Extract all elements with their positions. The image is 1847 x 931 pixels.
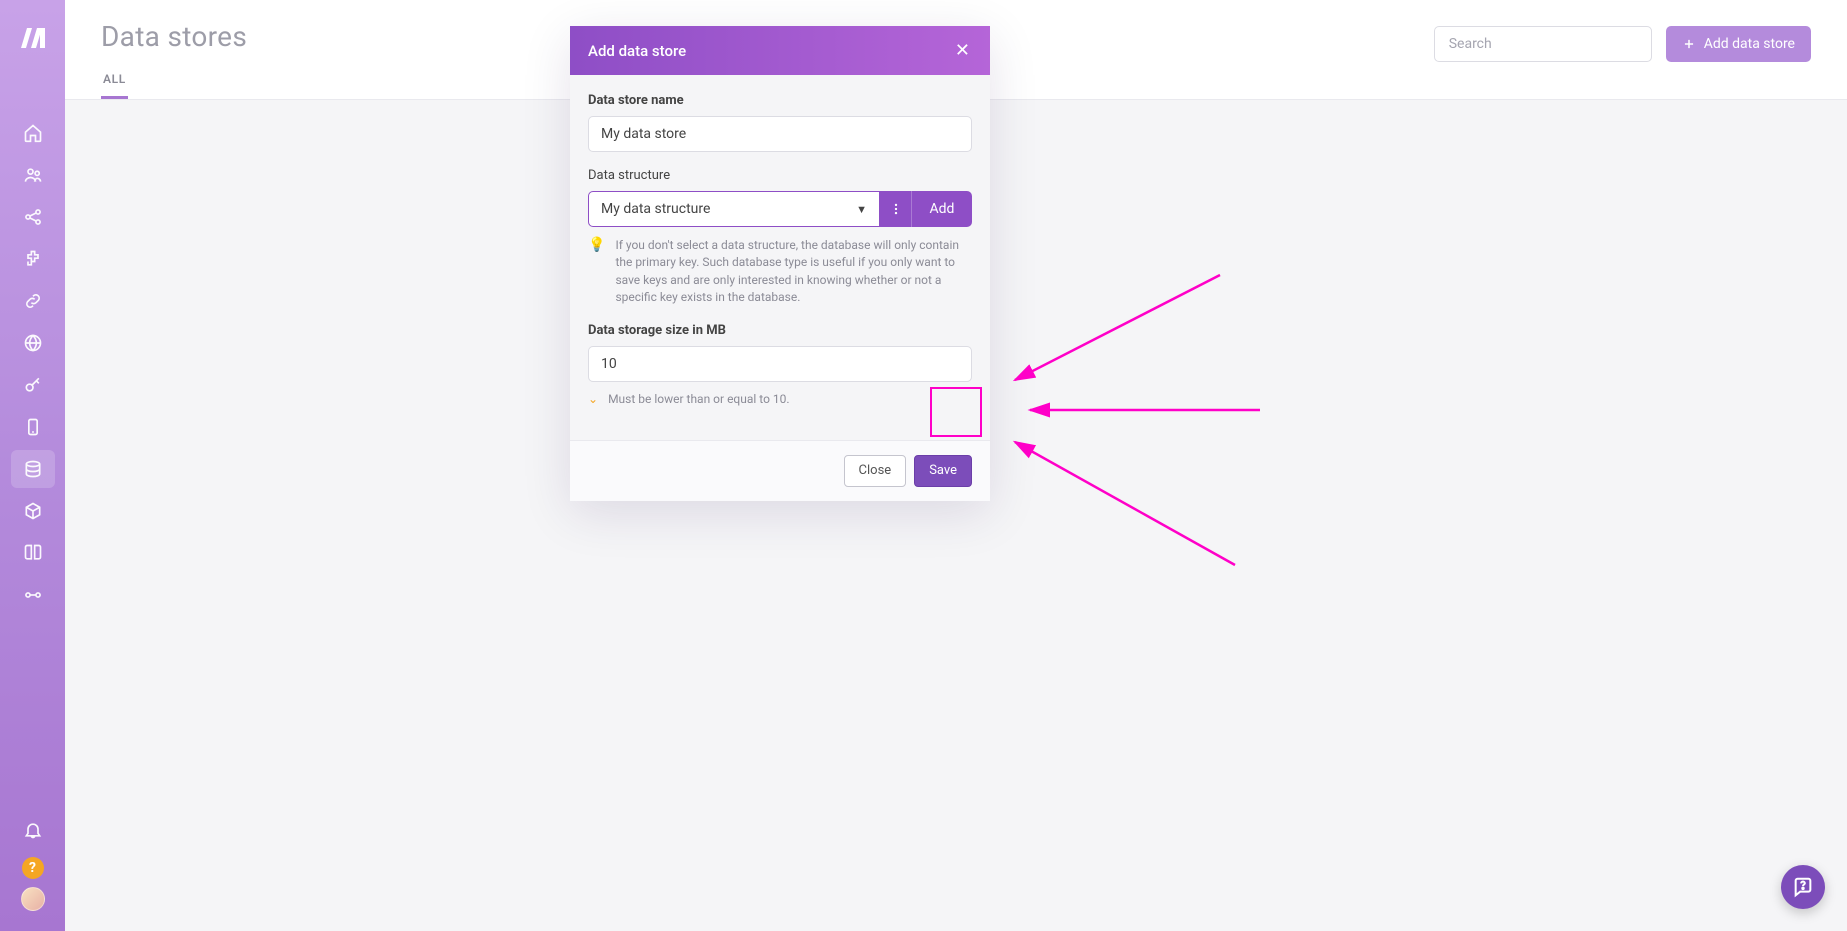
float-help-button[interactable] <box>1781 865 1825 909</box>
close-icon[interactable]: ✕ <box>953 40 972 61</box>
modal-body: Data store name Data structure My data s… <box>570 75 990 440</box>
structure-select[interactable]: My data structure ▼ <box>588 191 880 227</box>
structure-select-value: My data structure <box>601 201 710 217</box>
modal-add-datastore: Add data store ✕ Data store name Data st… <box>570 26 990 501</box>
storage-size-input[interactable] <box>588 346 972 382</box>
datastore-name-input[interactable] <box>588 116 972 152</box>
modal-backdrop: Add data store ✕ Data store name Data st… <box>0 0 1847 931</box>
save-button[interactable]: Save <box>914 455 972 487</box>
structure-hint: If you don't select a data structure, th… <box>615 237 972 307</box>
bulb-icon: 💡 <box>588 237 605 307</box>
name-label: Data store name <box>588 93 972 108</box>
size-label: Data storage size in MB <box>588 323 972 338</box>
size-validation: Must be lower than or equal to 10. <box>608 392 790 406</box>
close-button[interactable]: Close <box>844 455 907 487</box>
dots-vertical-icon <box>889 202 903 216</box>
chevron-down-icon: ▼ <box>856 203 867 216</box>
modal-footer: Close Save <box>570 440 990 501</box>
structure-label: Data structure <box>588 168 972 183</box>
structure-add-button[interactable]: Add <box>912 191 972 227</box>
modal-title: Add data store <box>588 42 686 60</box>
structure-options-button[interactable] <box>880 191 912 227</box>
help-chat-icon <box>1792 876 1814 898</box>
chevron-down-icon: ⌄ <box>588 392 598 406</box>
modal-header: Add data store ✕ <box>570 26 990 75</box>
